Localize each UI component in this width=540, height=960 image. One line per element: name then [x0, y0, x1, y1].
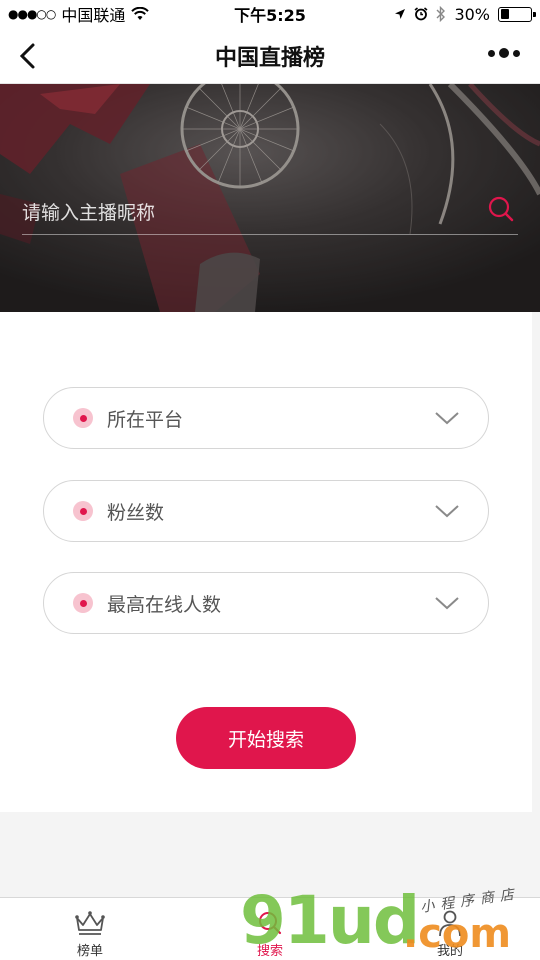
location-arrow-icon	[395, 9, 406, 19]
battery-fill	[500, 9, 510, 19]
search-icon[interactable]	[484, 192, 518, 226]
filter-card: 所在平台 粉丝数 最高在线人数 开始搜索	[0, 312, 532, 812]
chevron-down-icon	[435, 412, 459, 425]
bullet-dot-icon	[73, 501, 93, 521]
bluetooth-icon	[436, 6, 446, 22]
bullet-dot-icon	[73, 408, 93, 428]
battery-icon	[498, 6, 536, 22]
back-arrow-icon[interactable]	[14, 40, 46, 72]
fans-count-select[interactable]: 粉丝数	[43, 480, 489, 542]
signal-strength: ●●●○○	[8, 7, 56, 21]
user-icon	[439, 910, 461, 937]
search-input[interactable]	[22, 201, 484, 224]
status-bar: ●●●○○ 中国联通 下午5:25 30%	[0, 0, 540, 28]
search-bar	[22, 191, 518, 235]
tab-ranking-label: 榜单	[76, 944, 103, 959]
max-online-select[interactable]: 最高在线人数	[43, 572, 489, 634]
tab-mine-label: 我的	[436, 944, 463, 959]
wifi-icon	[131, 7, 150, 20]
hero-banner	[0, 84, 540, 312]
platform-select[interactable]: 所在平台	[43, 387, 489, 449]
tab-bar: 榜单 搜索 我的	[0, 897, 540, 960]
chevron-down-icon	[435, 597, 459, 610]
nav-bar: 中国直播榜	[0, 28, 540, 84]
more-dot-icon	[488, 49, 495, 57]
battery-percent: 30%	[454, 4, 490, 24]
tab-mine[interactable]: 我的	[360, 898, 540, 960]
tab-search[interactable]: 搜索	[180, 898, 360, 960]
tab-search-label: 搜索	[256, 944, 283, 959]
bullet-dot-icon	[73, 593, 93, 613]
fans-count-select-label: 粉丝数	[107, 501, 165, 524]
carrier-name: 中国联通	[61, 6, 126, 25]
crown-icon	[75, 911, 105, 935]
tab-ranking[interactable]: 榜单	[0, 898, 180, 960]
more-dot-icon	[513, 49, 520, 57]
alarm-icon	[414, 7, 428, 21]
more-menu-button[interactable]	[488, 48, 520, 58]
max-online-select-label: 最高在线人数	[107, 593, 222, 616]
platform-select-label: 所在平台	[107, 408, 184, 431]
search-icon	[259, 912, 282, 935]
more-dot-icon	[499, 48, 509, 58]
chevron-down-icon	[435, 505, 459, 518]
page-title: 中国直播榜	[214, 45, 325, 71]
start-search-button[interactable]: 开始搜索	[176, 707, 356, 769]
